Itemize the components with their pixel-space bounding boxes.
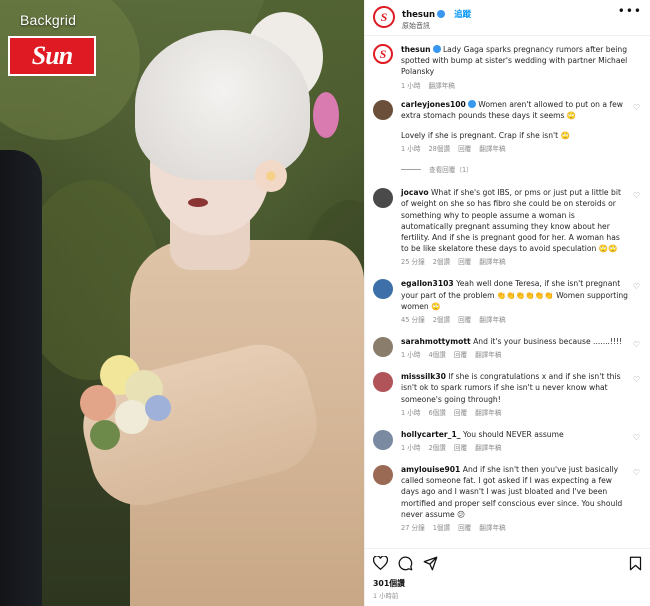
reply-button[interactable]: 回覆 xyxy=(458,145,471,153)
photo-credit: Backgrid xyxy=(20,12,77,28)
translate-link[interactable]: 翻譯年稿 xyxy=(479,145,505,153)
reply-button[interactable]: 回覆 xyxy=(458,316,471,324)
comment-likes[interactable]: 28個讚 xyxy=(428,145,450,153)
avatar[interactable]: S xyxy=(373,6,395,28)
comment-item: sarahmottymott And it's your business be… xyxy=(373,336,642,359)
username[interactable]: thesun xyxy=(402,10,435,20)
comment-text: What if she's got IBS, or pms or just pu… xyxy=(401,188,621,254)
translate-link[interactable]: 翻譯年稿 xyxy=(475,351,501,359)
avatar[interactable] xyxy=(373,279,393,300)
comment-text-2: Lovely if she is pregnant. Crap if she i… xyxy=(401,131,570,141)
comment-likes[interactable]: 2個讚 xyxy=(433,316,450,324)
hair xyxy=(135,30,310,180)
verified-badge-icon xyxy=(467,99,476,108)
translate-link[interactable]: 翻譯年稿 xyxy=(479,258,505,266)
comment-likes[interactable]: 6個讚 xyxy=(428,409,445,417)
reply-button[interactable]: 回覆 xyxy=(454,351,467,359)
comment-item: misssilk30 If she is congratulations x a… xyxy=(373,371,642,417)
hair-flower xyxy=(313,92,339,138)
comment-likes[interactable]: 2個讚 xyxy=(433,258,450,266)
comment-username[interactable]: jocavo xyxy=(401,188,429,197)
more-options-icon[interactable]: ••• xyxy=(618,5,642,17)
comment-text: And it's your business because .......!!… xyxy=(473,337,623,347)
comment-item: egallon3103 Yeah well done Teresa, if sh… xyxy=(373,278,642,324)
translate-link[interactable]: 翻譯年稿 xyxy=(479,316,505,324)
audio-label[interactable]: 原始音訊 xyxy=(402,21,471,32)
like-count[interactable]: 301個讚 xyxy=(373,578,642,589)
translate-link[interactable]: 翻譯年稿 xyxy=(428,82,454,90)
post-photo[interactable]: Backgrid Sun xyxy=(0,0,364,606)
comment-time: 25 分鐘 xyxy=(401,258,425,267)
like-heart-icon[interactable]: ♡ xyxy=(633,282,640,291)
comment-icon[interactable] xyxy=(398,556,413,571)
comment-likes[interactable]: 4個讚 xyxy=(428,351,445,359)
like-heart-icon[interactable]: ♡ xyxy=(633,340,640,349)
comment-username[interactable]: egallon3103 xyxy=(401,279,454,288)
caption-time: 1 小時 xyxy=(401,81,421,90)
caption: S thesun Lady Gaga sparks pregnancy rumo… xyxy=(373,44,642,90)
comments-panel: S thesun 追蹤 原始音訊 ••• S thesun Lady Gaga … xyxy=(364,0,650,606)
comment-time: 45 分鐘 xyxy=(401,316,425,325)
comment-username[interactable]: amylouise901 xyxy=(401,465,460,474)
reply-button[interactable]: 回覆 xyxy=(454,444,467,452)
avatar[interactable] xyxy=(373,465,393,486)
view-replies-button[interactable]: 查看回覆（1） xyxy=(401,164,629,174)
caption-username[interactable]: thesun xyxy=(401,45,431,54)
like-heart-icon[interactable]: ♡ xyxy=(633,191,640,200)
post-header: S thesun 追蹤 原始音訊 ••• xyxy=(365,0,650,36)
comment-likes[interactable]: 1個讚 xyxy=(433,524,450,532)
comment-item: carleyjones100 Women aren't allowed to p… xyxy=(373,99,642,174)
comment-likes[interactable]: 2個讚 xyxy=(428,444,445,452)
logo-text: Sun xyxy=(31,41,73,70)
comment-time: 1 小時 xyxy=(401,408,421,417)
comment-time: 27 分鐘 xyxy=(401,524,425,533)
avatar[interactable] xyxy=(373,188,393,209)
comment-text: You should NEVER assume xyxy=(462,429,564,439)
comment-time: 1 小時 xyxy=(401,145,421,154)
comment-item: jocavo What if she's got IBS, or pms or … xyxy=(373,187,642,266)
bouquet xyxy=(70,345,180,455)
like-heart-icon[interactable]: ♡ xyxy=(633,375,640,384)
reply-button[interactable]: 回覆 xyxy=(458,258,471,266)
like-heart-icon[interactable]: ♡ xyxy=(633,103,640,112)
save-bookmark-icon[interactable] xyxy=(629,556,642,571)
comment-item: hollycarter_1_ You should NEVER assume 1… xyxy=(373,429,642,452)
verified-badge-icon xyxy=(432,45,441,53)
reply-button[interactable]: 回覆 xyxy=(458,524,471,532)
like-heart-icon[interactable]: ♡ xyxy=(633,468,640,477)
comment-username[interactable]: misssilk30 xyxy=(401,372,446,381)
translate-link[interactable]: 翻譯年稿 xyxy=(475,409,501,417)
like-heart-icon[interactable] xyxy=(373,556,388,570)
flower-earring xyxy=(255,160,287,192)
comment-time: 1 小時 xyxy=(401,351,421,360)
reply-button[interactable]: 回覆 xyxy=(454,409,467,417)
translate-link[interactable]: 翻譯年稿 xyxy=(479,524,505,532)
comment-item: amylouise901 And if she isn't then you'v… xyxy=(373,464,642,532)
avatar[interactable]: S xyxy=(373,44,393,64)
follow-button[interactable]: 追蹤 xyxy=(454,10,471,20)
the-sun-logo: Sun xyxy=(8,36,96,76)
comment-time: 1 小時 xyxy=(401,444,421,453)
action-bar: 301個讚 1 小時前 xyxy=(365,548,650,606)
avatar[interactable] xyxy=(373,372,393,393)
avatar[interactable] xyxy=(373,99,393,120)
avatar[interactable] xyxy=(373,429,393,450)
post-time: 1 小時前 xyxy=(373,592,399,600)
translate-link[interactable]: 翻譯年稿 xyxy=(475,444,501,452)
comment-username[interactable]: hollycarter_1_ xyxy=(401,430,461,439)
share-icon[interactable] xyxy=(423,556,438,571)
comment-username[interactable]: carleyjones100 xyxy=(401,100,466,109)
lips xyxy=(188,198,208,207)
comments-list[interactable]: S thesun Lady Gaga sparks pregnancy rumo… xyxy=(365,38,650,546)
like-heart-icon[interactable]: ♡ xyxy=(633,433,640,442)
dark-figure xyxy=(0,150,42,606)
avatar[interactable] xyxy=(373,337,393,358)
comment-username[interactable]: sarahmottymott xyxy=(401,337,471,346)
verified-badge-icon xyxy=(437,10,446,18)
